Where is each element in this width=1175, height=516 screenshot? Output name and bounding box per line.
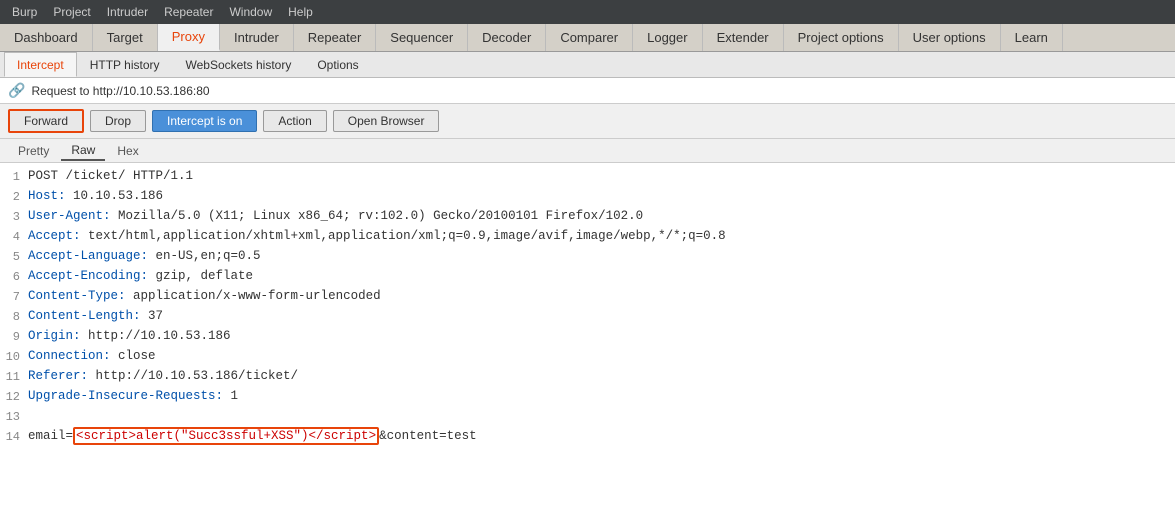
line-text: Accept: text/html,application/xhtml+xml,… <box>28 227 1175 246</box>
request-line: 6Accept-Encoding: gzip, deflate <box>0 267 1175 287</box>
request-line: 5Accept-Language: en-US,en;q=0.5 <box>0 247 1175 267</box>
request-line: 10Connection: close <box>0 347 1175 367</box>
tab-proxy[interactable]: Proxy <box>158 24 220 51</box>
line-number: 12 <box>0 387 28 406</box>
request-url: Request to http://10.10.53.186:80 <box>31 84 209 98</box>
line-text: Accept-Encoding: gzip, deflate <box>28 267 1175 286</box>
line-number: 11 <box>0 367 28 386</box>
tab-learn[interactable]: Learn <box>1001 24 1063 51</box>
line-text: email=<script>alert("Succ3ssful+XSS")</s… <box>28 427 1175 446</box>
tab-comparer[interactable]: Comparer <box>546 24 633 51</box>
action-bar: Forward Drop Intercept is on Action Open… <box>0 104 1175 139</box>
request-line: 14email=<script>alert("Succ3ssful+XSS")<… <box>0 427 1175 447</box>
link-icon: 🔗 <box>8 82 25 99</box>
tab-repeater[interactable]: Repeater <box>294 24 376 51</box>
request-info-bar: 🔗 Request to http://10.10.53.186:80 <box>0 78 1175 104</box>
content-tab-hex[interactable]: Hex <box>107 142 148 160</box>
request-line: 2Host: 10.10.53.186 <box>0 187 1175 207</box>
subtab-http-history[interactable]: HTTP history <box>77 52 173 77</box>
line-text: Accept-Language: en-US,en;q=0.5 <box>28 247 1175 266</box>
line-number: 9 <box>0 327 28 346</box>
intercept-toggle-button[interactable]: Intercept is on <box>152 110 257 132</box>
line-number: 1 <box>0 167 28 186</box>
line-text: Host: 10.10.53.186 <box>28 187 1175 206</box>
menu-help[interactable]: Help <box>280 3 321 21</box>
main-tabs: Dashboard Target Proxy Intruder Repeater… <box>0 24 1175 52</box>
tab-sequencer[interactable]: Sequencer <box>376 24 468 51</box>
menu-project[interactable]: Project <box>45 3 98 21</box>
drop-button[interactable]: Drop <box>90 110 146 132</box>
line-number: 4 <box>0 227 28 246</box>
tab-extender[interactable]: Extender <box>703 24 784 51</box>
menu-burp[interactable]: Burp <box>4 3 45 21</box>
line-text: Connection: close <box>28 347 1175 366</box>
line-text: Upgrade-Insecure-Requests: 1 <box>28 387 1175 406</box>
line-number: 10 <box>0 347 28 366</box>
tab-dashboard[interactable]: Dashboard <box>0 24 93 51</box>
line-number: 6 <box>0 267 28 286</box>
menu-window[interactable]: Window <box>221 3 280 21</box>
request-line: 3User-Agent: Mozilla/5.0 (X11; Linux x86… <box>0 207 1175 227</box>
action-button[interactable]: Action <box>263 110 326 132</box>
menu-repeater[interactable]: Repeater <box>156 3 221 21</box>
request-line: 1POST /ticket/ HTTP/1.1 <box>0 167 1175 187</box>
line-text: Referer: http://10.10.53.186/ticket/ <box>28 367 1175 386</box>
tab-decoder[interactable]: Decoder <box>468 24 546 51</box>
line-number: 8 <box>0 307 28 326</box>
tab-user-options[interactable]: User options <box>899 24 1001 51</box>
request-line: 13 <box>0 407 1175 427</box>
subtab-options[interactable]: Options <box>304 52 371 77</box>
content-view-tabs: Pretty Raw Hex <box>0 139 1175 163</box>
tab-target[interactable]: Target <box>93 24 158 51</box>
request-line: 9Origin: http://10.10.53.186 <box>0 327 1175 347</box>
line-text: Content-Type: application/x-www-form-url… <box>28 287 1175 306</box>
request-line: 11Referer: http://10.10.53.186/ticket/ <box>0 367 1175 387</box>
menu-intruder[interactable]: Intruder <box>99 3 156 21</box>
line-text: Origin: http://10.10.53.186 <box>28 327 1175 346</box>
tab-intruder[interactable]: Intruder <box>220 24 294 51</box>
line-number: 13 <box>0 407 28 426</box>
request-editor[interactable]: 1POST /ticket/ HTTP/1.12Host: 10.10.53.1… <box>0 163 1175 516</box>
subtab-intercept[interactable]: Intercept <box>4 52 77 77</box>
open-browser-button[interactable]: Open Browser <box>333 110 440 132</box>
content-tab-raw[interactable]: Raw <box>61 141 105 161</box>
line-number: 5 <box>0 247 28 266</box>
line-text: User-Agent: Mozilla/5.0 (X11; Linux x86_… <box>28 207 1175 226</box>
tab-logger[interactable]: Logger <box>633 24 702 51</box>
menu-bar: Burp Project Intruder Repeater Window He… <box>0 0 1175 24</box>
line-text: POST /ticket/ HTTP/1.1 <box>28 167 1175 186</box>
line-number: 14 <box>0 427 28 446</box>
subtab-websockets-history[interactable]: WebSockets history <box>173 52 305 77</box>
forward-button[interactable]: Forward <box>8 109 84 133</box>
content-tab-pretty[interactable]: Pretty <box>8 142 59 160</box>
line-number: 2 <box>0 187 28 206</box>
request-line: 7Content-Type: application/x-www-form-ur… <box>0 287 1175 307</box>
request-line: 4Accept: text/html,application/xhtml+xml… <box>0 227 1175 247</box>
line-number: 3 <box>0 207 28 226</box>
request-line: 8Content-Length: 37 <box>0 307 1175 327</box>
line-text: Content-Length: 37 <box>28 307 1175 326</box>
request-line: 12Upgrade-Insecure-Requests: 1 <box>0 387 1175 407</box>
tab-project-options[interactable]: Project options <box>784 24 899 51</box>
sub-tabs: Intercept HTTP history WebSockets histor… <box>0 52 1175 78</box>
line-number: 7 <box>0 287 28 306</box>
